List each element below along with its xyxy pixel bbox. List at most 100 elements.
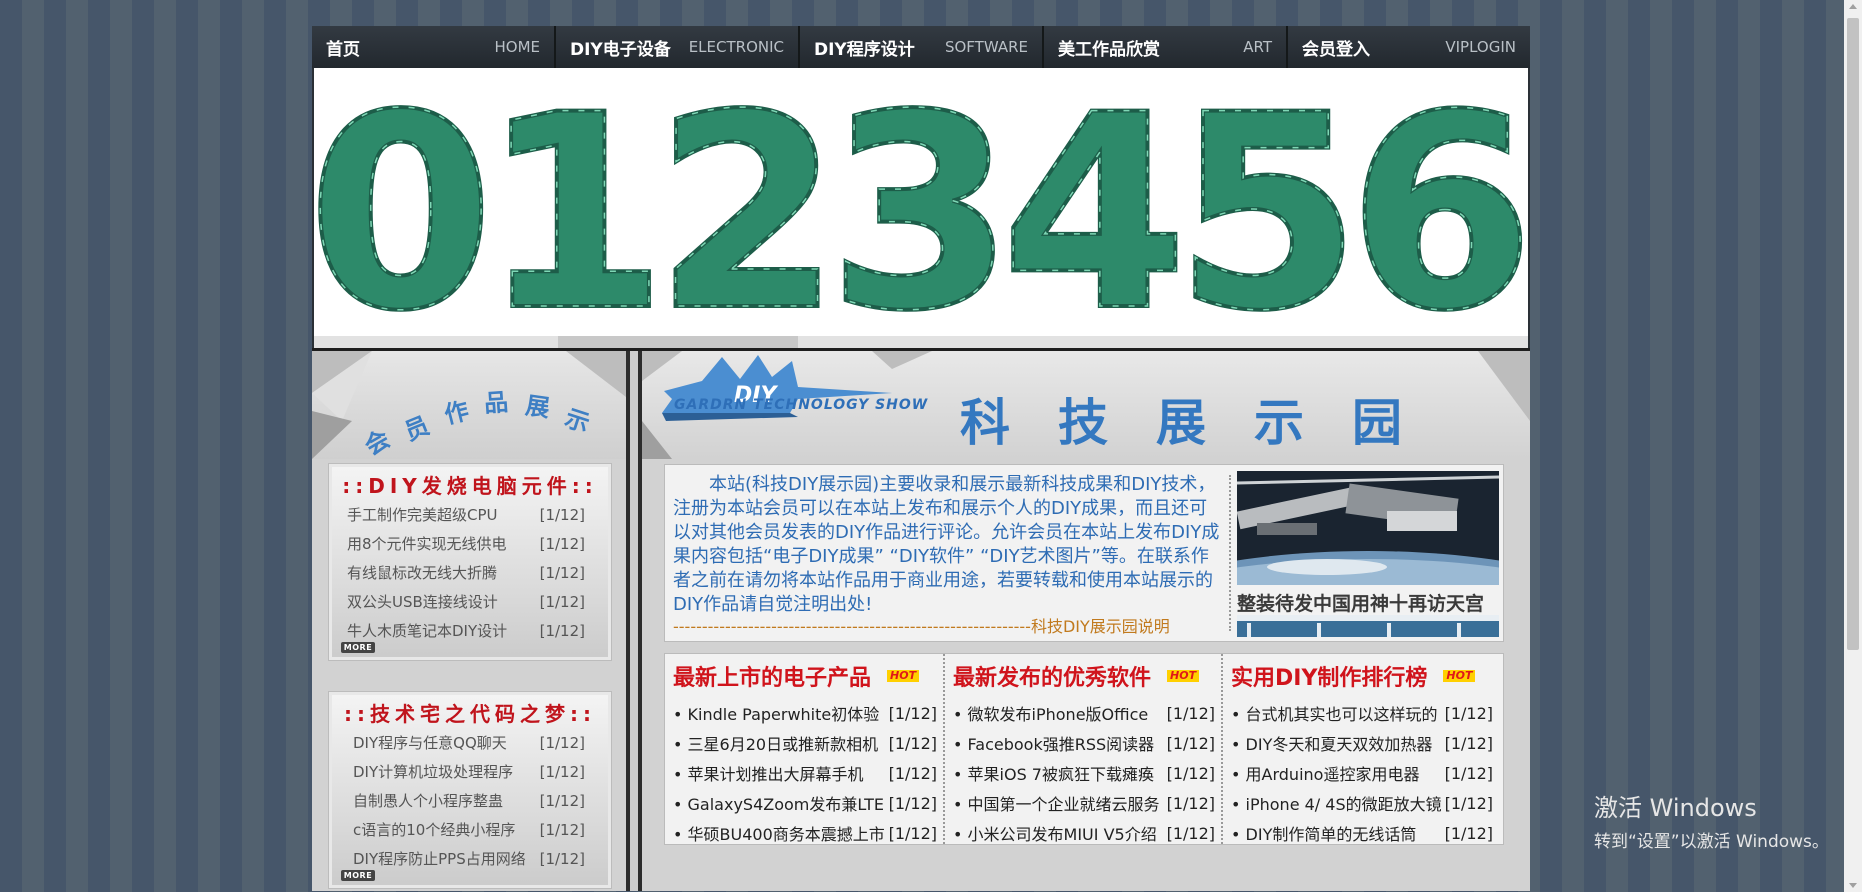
banner: 00112233445566 [312,68,1530,348]
news-item-text[interactable]: • 微软发布iPhone版Office [953,701,1148,725]
news-item-text[interactable]: • 三星6月20日或推新款相机 [673,731,878,755]
item-text[interactable]: 用8个元件实现无线供电 [347,533,507,554]
item-text[interactable]: 手工制作完美超级CPU [347,504,498,525]
news-item[interactable]: • GalaxyS4Zoom发布兼LTE [1/12] [673,788,937,818]
banner-digits: 00112233445566 [314,68,1528,336]
nav-item-art[interactable]: 美工作品欣赏 ART [1044,26,1288,68]
news-item-count: [1/12] [1166,823,1215,843]
item-text[interactable]: 双公头USB连接线设计 [347,591,498,612]
item-text[interactable]: 牛人木质笔记本DIY设计 [347,620,507,641]
nav-home-cn[interactable]: 首页 [326,35,360,60]
news-item-text[interactable]: • 中国第一个企业就绪云服务 [953,791,1160,815]
news-item-text[interactable]: • DIY冬天和夏天双效加热器 [1231,731,1432,755]
featured-photo[interactable] [1237,471,1499,585]
nav-art-en[interactable]: ART [1243,38,1272,56]
list-item[interactable]: 用8个元件实现无线供电 [1/12] [329,529,611,558]
news-item-text[interactable]: • 华硕BU400商务本震撼上市 [673,821,885,845]
hot-badge: HOT [1167,670,1200,682]
panel-code-dream: ::技术宅之代码之梦:: DIY程序与任意QQ聊天 [1/12] DIY计算机垃圾… [328,691,612,889]
panel-title: ::DIY发烧电脑元件:: [342,474,598,498]
item-count: [1/12] [539,849,585,868]
item-text[interactable]: DIY计算机垃圾处理程序 [353,761,513,782]
windows-activation-watermark: 激活 Windows 转到“设置”以激活 Windows。 [1594,788,1829,852]
news-item[interactable]: • Facebook强推RSS阅读器 [1/12] [953,728,1215,758]
nav-home-en[interactable]: HOME [494,38,540,56]
nav-electronic-cn[interactable]: DIY电子设备 [570,35,671,60]
nav-item-home[interactable]: 首页 HOME [312,26,556,68]
news-item-text[interactable]: • iPhone 4/ 4S的微距放大镜 [1231,791,1441,815]
news-item-count: [1/12] [888,763,937,783]
news-item[interactable]: • iPhone 4/ 4S的微距放大镜 [1/12] [1231,788,1493,818]
news-item[interactable]: • 华硕BU400商务本震撼上市 [1/12] [673,818,937,848]
news-item[interactable]: • 三星6月20日或推新款相机 [1/12] [673,728,937,758]
space-station-image [1237,471,1499,585]
scroll-thumb[interactable] [1847,18,1859,650]
list-item[interactable]: DIY计算机垃圾处理程序 [1/12] [329,757,611,786]
title-char: 园 [1352,394,1402,452]
nav-item-electronic[interactable]: DIY电子设备 ELECTRONIC [556,26,800,68]
news-item-text[interactable]: • 小米公司发布MIUI V5介绍 [953,821,1157,845]
item-text[interactable]: 自制愚人个小程序整蛊 [353,790,503,811]
item-text[interactable]: 有线鼠标改无线大折腾 [347,562,497,583]
scroll-up-arrow-icon[interactable] [1849,4,1857,9]
site-intro-text: 本站(科技DIY展示园)主要收录和展示最新科技成果和DIY技术，注册为本站会员可… [673,474,1220,615]
nav-item-software[interactable]: DIY程序设计 SOFTWARE [800,26,1044,68]
list-item[interactable]: 双公头USB连接线设计 [1/12] [329,587,611,616]
news-title[interactable]: 实用DIY制作排行榜 [1231,660,1427,692]
scroll-down-arrow-icon[interactable] [1849,883,1857,888]
site-intro-signature[interactable]: ----------------------------------------… [673,613,1221,637]
list-item[interactable]: 自制愚人个小程序整蛊 [1/12] [329,786,611,815]
list-item[interactable]: DIY程序防止PPS占用网络 [1/12] [329,844,611,873]
news-item-text[interactable]: • 苹果计划推出大屏幕手机 [673,761,864,785]
news-item[interactable]: • 用Arduino遥控家用电器 [1/12] [1231,758,1493,788]
page-wrapper: 首页 HOME DIY电子设备 ELECTRONIC DIY程序设计 SOFTW… [312,26,1530,891]
news-item-text[interactable]: • Kindle Paperwhite初体验 [673,701,879,725]
news-item[interactable]: • DIY冬天和夏天双效加热器 [1/12] [1231,728,1493,758]
panel-title: ::技术宅之代码之梦:: [344,702,596,726]
news-item[interactable]: • 台式机其实也可以这样玩的 [1/12] [1231,698,1493,728]
news-title[interactable]: 最新上市的电子产品 [673,660,871,692]
nav-viplogin-cn[interactable]: 会员登入 [1302,35,1370,60]
nav-software-cn[interactable]: DIY程序设计 [814,35,915,60]
item-text[interactable]: c语言的10个经典小程序 [353,819,515,840]
news-item[interactable]: • DIY制作简单的无线话筒 [1/12] [1231,818,1493,848]
news-item[interactable]: • 小米公司发布MIUI V5介绍 [1/12] [953,818,1215,848]
nav-item-viplogin[interactable]: 会员登入 VIPLOGIN [1288,26,1530,68]
news-col-software: 最新发布的优秀软件 HOT • 微软发布iPhone版Office [1/12] •… [943,654,1221,844]
featured-photo-caption[interactable]: 整装待发中国用神十再访天宫 [1237,589,1499,616]
news-title[interactable]: 最新发布的优秀软件 [953,660,1151,692]
news-item-text[interactable]: • GalaxyS4Zoom发布兼LTE [673,791,884,815]
nav-electronic-en[interactable]: ELECTRONIC [689,38,784,56]
photo-strip-image [1237,615,1499,637]
item-text[interactable]: DIY程序防止PPS占用网络 [353,848,526,869]
banner-digit-traces: 1 [481,68,667,336]
news-item[interactable]: • 微软发布iPhone版Office [1/12] [953,698,1215,728]
title-char: 技 [1058,394,1108,452]
banner-digit-traces: 6 [1348,68,1528,336]
news-item-text[interactable]: • Facebook强推RSS阅读器 [953,731,1154,755]
list-item[interactable]: c语言的10个经典小程序 [1/12] [329,815,611,844]
news-item[interactable]: • 中国第一个企业就绪云服务 [1/12] [953,788,1215,818]
banner-slider-indicator[interactable] [558,336,798,348]
more-button[interactable]: MORE [341,642,375,653]
list-item[interactable]: 手工制作完美超级CPU [1/12] [329,500,611,529]
news-item[interactable]: • Kindle Paperwhite初体验 [1/12] [673,698,937,728]
news-item[interactable]: • 苹果iOS 7被疯狂下载瘫痪 [1/12] [953,758,1215,788]
more-button[interactable]: MORE [341,870,375,881]
divider [1229,475,1231,631]
vertical-scrollbar[interactable] [1844,0,1862,892]
news-item-text[interactable]: • 苹果iOS 7被疯狂下载瘫痪 [953,761,1154,785]
nav-viplogin-en[interactable]: VIPLOGIN [1445,38,1516,56]
top-navigation: 首页 HOME DIY电子设备 ELECTRONIC DIY程序设计 SOFTW… [312,26,1530,68]
news-item-count: [1/12] [1444,763,1493,783]
news-item-text[interactable]: • DIY制作简单的无线话筒 [1231,821,1416,845]
list-item[interactable]: DIY程序与任意QQ聊天 [1/12] [329,728,611,757]
news-item-text[interactable]: • 用Arduino遥控家用电器 [1231,761,1419,785]
nav-software-en[interactable]: SOFTWARE [945,38,1028,56]
nav-art-cn[interactable]: 美工作品欣赏 [1058,35,1160,60]
news-item-text[interactable]: • 台式机其实也可以这样玩的 [1231,701,1438,725]
news-item[interactable]: • 苹果计划推出大屏幕手机 [1/12] [673,758,937,788]
list-item[interactable]: 牛人木质笔记本DIY设计 [1/12] [329,616,611,645]
item-text[interactable]: DIY程序与任意QQ聊天 [353,732,507,753]
list-item[interactable]: 有线鼠标改无线大折腾 [1/12] [329,558,611,587]
